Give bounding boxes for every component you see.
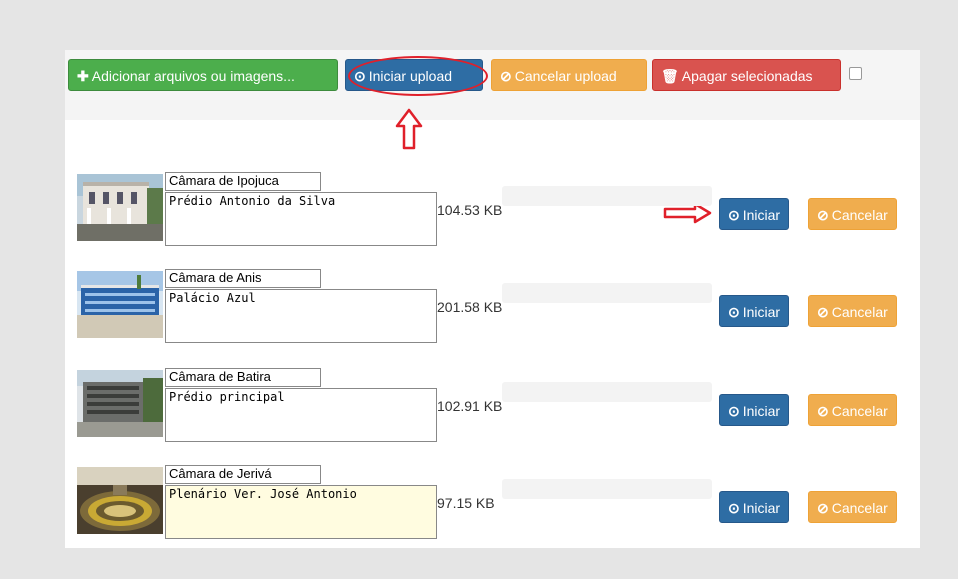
ban-icon: ⊘ xyxy=(817,403,829,419)
start-file-button[interactable]: ⊙ Iniciar xyxy=(719,394,790,426)
ban-icon: ⊘ xyxy=(817,304,829,320)
delete-selected-label: Apagar selecionadas xyxy=(681,68,813,84)
cancel-upload-button[interactable]: ⊘ Cancelar upload xyxy=(491,59,647,91)
global-progress-bar xyxy=(65,100,920,120)
thumbnail-building-image xyxy=(77,271,163,338)
file-progress-bar xyxy=(502,283,712,303)
file-description-textarea[interactable]: Palácio Azul xyxy=(165,289,437,343)
start-file-label: Iniciar xyxy=(742,304,781,320)
file-size: 102.91 KB xyxy=(437,398,503,414)
start-file-label: Iniciar xyxy=(742,403,781,419)
file-description-textarea[interactable]: Prédio principal xyxy=(165,388,437,442)
start-file-label: Iniciar xyxy=(742,500,781,516)
file-size: 104.53 KB xyxy=(437,202,503,218)
file-row: Câmara de Anis Palácio Azul 201.58 KB ⊙ I… xyxy=(65,269,920,353)
delete-selected-button[interactable]: 🗑 Apagar selecionadas xyxy=(652,59,841,91)
file-size: 201.58 KB xyxy=(437,299,503,315)
upload-panel: ✚ Adicionar arquivos ou imagens... ⊙ Inici… xyxy=(65,50,920,548)
add-files-button[interactable]: ✚ Adicionar arquivos ou imagens... xyxy=(68,59,338,91)
arrow-circle-up-icon: ⊙ xyxy=(728,500,740,516)
start-file-label: Iniciar xyxy=(742,207,781,223)
arrow-circle-up-icon: ⊙ xyxy=(728,304,740,320)
file-progress-bar xyxy=(502,382,712,402)
thumbnail-building-image xyxy=(77,174,163,241)
file-progress-bar xyxy=(502,186,712,206)
file-size: 97.15 KB xyxy=(437,495,495,511)
ban-icon: ⊘ xyxy=(817,500,829,516)
start-file-button[interactable]: ⊙ Iniciar xyxy=(719,295,790,327)
file-row: Câmara de Batira Prédio principal 102.91… xyxy=(65,368,920,452)
add-files-label: Adicionar arquivos ou imagens... xyxy=(91,68,295,84)
cancel-file-button[interactable]: ⊘ Cancelar xyxy=(808,491,897,523)
thumbnail-plenary-image xyxy=(77,467,163,534)
arrow-circle-up-icon: ⊙ xyxy=(728,403,740,419)
ban-icon: ⊘ xyxy=(817,207,829,223)
cancel-file-button[interactable]: ⊘ Cancelar xyxy=(808,198,897,230)
cancel-file-label: Cancelar xyxy=(831,207,888,223)
cancel-upload-label: Cancelar upload xyxy=(514,68,617,84)
arrow-circle-up-icon: ⊙ xyxy=(728,207,740,223)
trash-icon: 🗑 xyxy=(661,68,679,84)
start-file-button[interactable]: ⊙ Iniciar xyxy=(719,491,790,523)
ban-icon: ⊘ xyxy=(500,68,512,84)
file-row: Câmara de Ipojuca Prédio Antonio da Silv… xyxy=(65,172,920,256)
cancel-file-label: Cancelar xyxy=(831,500,888,516)
cancel-file-button[interactable]: ⊘ Cancelar xyxy=(808,295,897,327)
thumbnail-building-image xyxy=(77,370,163,437)
cancel-file-button[interactable]: ⊘ Cancelar xyxy=(808,394,897,426)
start-upload-button[interactable]: ⊙ Iniciar upload xyxy=(345,59,483,91)
arrow-circle-up-icon: ⊙ xyxy=(354,68,366,84)
file-description-textarea[interactable]: Prédio Antonio da Silva xyxy=(165,192,437,246)
file-progress-bar xyxy=(502,479,712,499)
file-name-input[interactable]: Câmara de Anis xyxy=(165,269,321,288)
file-description-textarea[interactable]: Plenário Ver. José Antonio xyxy=(165,485,437,539)
file-name-input[interactable]: Câmara de Jerivá xyxy=(165,465,321,484)
file-name-input[interactable]: Câmara de Ipojuca xyxy=(165,172,321,191)
upload-toolbar: ✚ Adicionar arquivos ou imagens... ⊙ Inici… xyxy=(65,50,920,100)
annotation-up-arrow-icon xyxy=(395,108,423,150)
cancel-file-label: Cancelar xyxy=(831,403,888,419)
start-upload-label: Iniciar upload xyxy=(368,68,453,84)
file-name-input[interactable]: Câmara de Batira xyxy=(165,368,321,387)
select-all-checkbox[interactable] xyxy=(849,67,862,80)
start-file-button[interactable]: ⊙ Iniciar xyxy=(719,198,790,230)
cancel-file-label: Cancelar xyxy=(831,304,888,320)
file-row: Câmara de Jerivá Plenário Ver. José Anto… xyxy=(65,465,920,549)
plus-icon: ✚ xyxy=(77,68,89,84)
